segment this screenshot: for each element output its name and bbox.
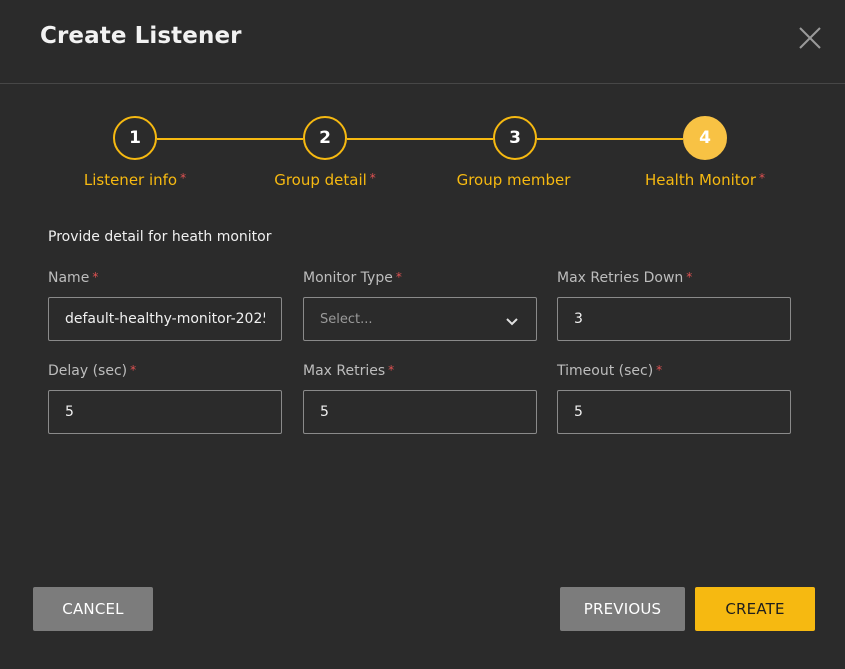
timeout-label-text: Timeout (sec) xyxy=(557,363,654,379)
required-mark: * xyxy=(92,270,99,284)
max-retries-down-input[interactable]: 3 xyxy=(557,297,791,341)
required-mark: * xyxy=(180,171,187,185)
step-4-label-text: Health Monitor xyxy=(644,171,757,189)
max-retries-down-label: Max Retries Down * xyxy=(557,270,692,286)
cancel-button[interactable]: CANCEL xyxy=(33,587,153,631)
step-4-circle[interactable]: 4 xyxy=(683,116,727,160)
step-1-circle[interactable]: 1 xyxy=(113,116,157,160)
create-button[interactable]: CREATE xyxy=(695,587,815,631)
timeout-label: Timeout (sec) * xyxy=(557,363,662,379)
monitor-type-label-text: Monitor Type xyxy=(303,270,393,286)
step-connector xyxy=(347,138,493,140)
section-title: Provide detail for heath monitor xyxy=(48,229,272,245)
close-icon[interactable] xyxy=(796,24,824,52)
monitor-type-label: Monitor Type * xyxy=(303,270,402,286)
monitor-type-placeholder: Select... xyxy=(320,311,373,327)
name-label: Name * xyxy=(48,270,98,286)
required-mark: * xyxy=(656,363,663,377)
required-mark: * xyxy=(130,363,137,377)
step-2-label: Group detail * xyxy=(230,171,420,189)
required-mark: * xyxy=(395,270,402,284)
step-connector xyxy=(537,138,683,140)
timeout-input[interactable]: 5 xyxy=(557,390,791,434)
name-input-value: default-healthy-monitor-20250 xyxy=(65,311,265,327)
step-4-label: Health Monitor * xyxy=(610,171,800,189)
name-input[interactable]: default-healthy-monitor-20250 xyxy=(48,297,282,341)
required-mark: * xyxy=(388,363,395,377)
dialog-header: Create Listener xyxy=(0,0,845,84)
delay-value: 5 xyxy=(65,404,74,420)
delay-label-text: Delay (sec) xyxy=(48,363,128,379)
step-2-circle[interactable]: 2 xyxy=(303,116,347,160)
chevron-down-icon[interactable] xyxy=(506,314,518,330)
required-mark: * xyxy=(759,171,766,185)
step-3-label: Group member xyxy=(420,171,610,189)
max-retries-value: 5 xyxy=(320,404,329,420)
step-2-label-text: Group detail xyxy=(274,171,367,189)
step-3-label-text: Group member xyxy=(456,171,571,189)
step-1-label-text: Listener info xyxy=(83,171,178,189)
step-3-circle[interactable]: 3 xyxy=(493,116,537,160)
timeout-value: 5 xyxy=(574,404,583,420)
monitor-type-select[interactable]: Select... xyxy=(303,297,537,341)
name-label-text: Name xyxy=(48,270,90,286)
max-retries-down-value: 3 xyxy=(574,311,583,327)
max-retries-label: Max Retries * xyxy=(303,363,394,379)
previous-button[interactable]: PREVIOUS xyxy=(560,587,685,631)
dialog-title: Create Listener xyxy=(40,23,242,49)
step-1-label: Listener info * xyxy=(40,171,230,189)
max-retries-down-label-text: Max Retries Down xyxy=(557,270,684,286)
max-retries-label-text: Max Retries xyxy=(303,363,386,379)
step-connector xyxy=(157,138,303,140)
max-retries-input[interactable]: 5 xyxy=(303,390,537,434)
delay-label: Delay (sec) * xyxy=(48,363,136,379)
required-mark: * xyxy=(369,171,376,185)
required-mark: * xyxy=(686,270,693,284)
stepper: 1 2 3 4 Listener info * Group detail * Gro… xyxy=(0,116,845,196)
delay-input[interactable]: 5 xyxy=(48,390,282,434)
